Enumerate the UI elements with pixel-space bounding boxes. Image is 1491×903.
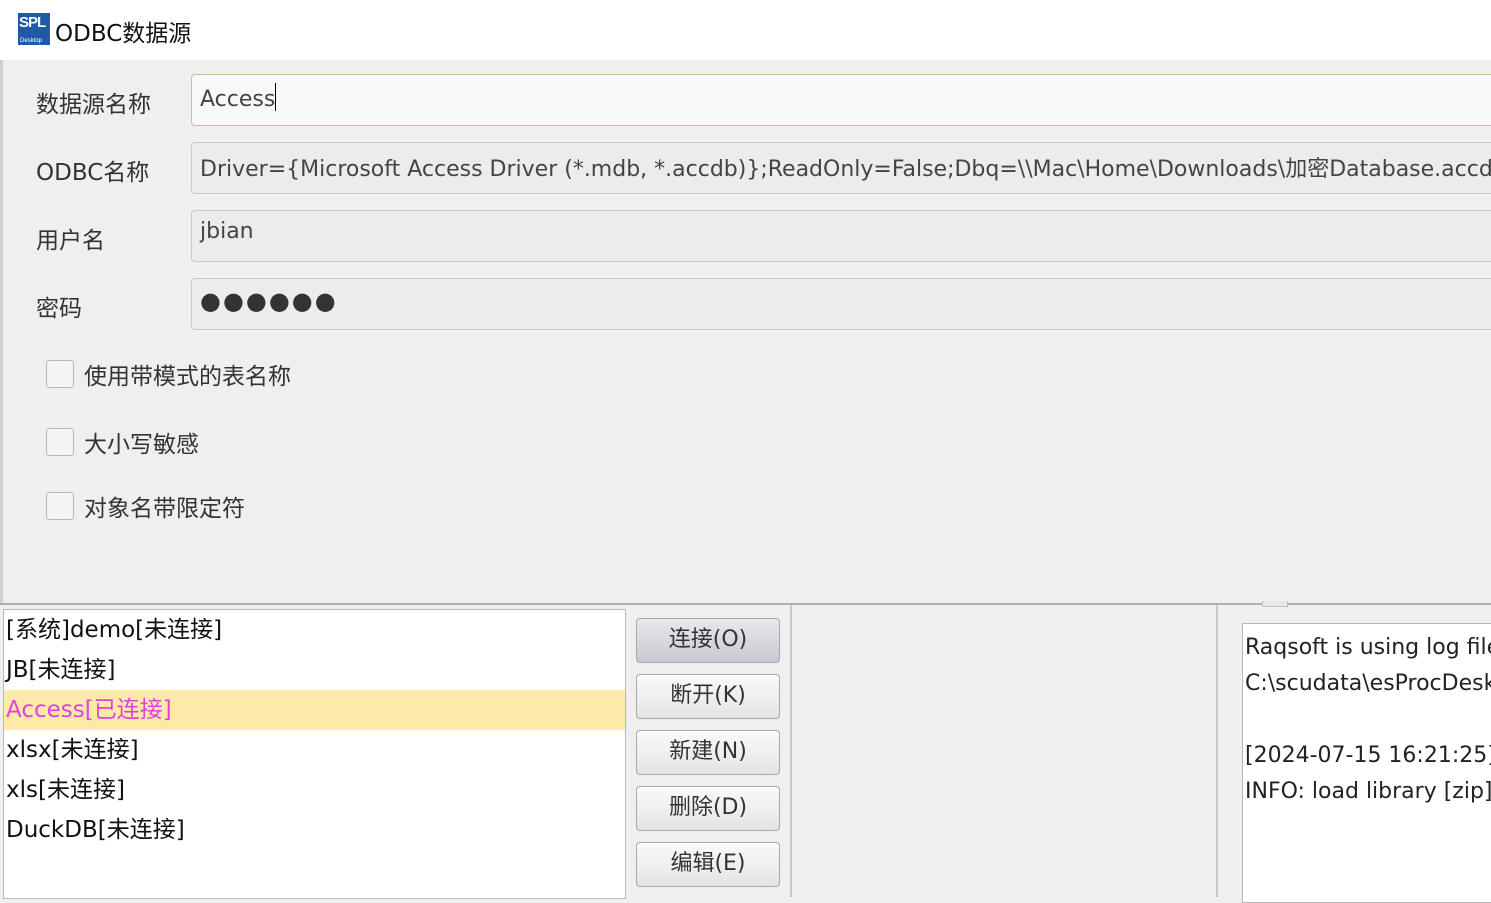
object-qualifier-label: 对象名带限定符 xyxy=(84,496,245,522)
log-line: [2024-07-15 16:21:25] xyxy=(1245,743,1491,768)
datasource-name-label: 数据源名称 xyxy=(36,92,151,118)
case-sensitive-checkbox[interactable] xyxy=(46,428,74,456)
checkbox-row-case-sensitive[interactable]: 大小写敏感 xyxy=(46,425,199,459)
datasource-list-item[interactable]: xls[未连接] xyxy=(4,770,625,810)
datasource-list-item[interactable]: [系统]demo[未连接] xyxy=(4,610,625,650)
panel-collapse-handle[interactable] xyxy=(1262,601,1288,607)
app-logo-icon: SPL Desktop xyxy=(18,13,50,45)
datasource-name-input[interactable]: Access xyxy=(191,74,1491,126)
datasource-form: 数据源名称 Access ODBC名称 Driver={Microsoft Ac… xyxy=(0,60,1491,603)
log-line: C:\scudata\esProcDesktop xyxy=(1245,671,1491,696)
odbc-name-value: Driver={Microsoft Access Driver (*.mdb, … xyxy=(200,157,1491,182)
app-logo-subtext: Desktop xyxy=(20,38,43,44)
odbc-name-label: ODBC名称 xyxy=(36,160,150,186)
log-line: Raqsoft is using log file xyxy=(1245,635,1491,660)
text-caret xyxy=(275,83,277,111)
case-sensitive-label: 大小写敏感 xyxy=(84,432,199,458)
datasource-list-item[interactable]: JB[未连接] xyxy=(4,650,625,690)
checkbox-row-schema-table-name[interactable]: 使用带模式的表名称 xyxy=(46,357,291,391)
object-qualifier-checkbox[interactable] xyxy=(46,492,74,520)
panel-divider xyxy=(790,605,792,897)
disconnect-button[interactable]: 断开(K) xyxy=(636,674,780,719)
password-value: ●●●●●● xyxy=(200,287,338,315)
title-bar: SPL Desktop ODBC数据源 xyxy=(0,0,1491,60)
password-label: 密码 xyxy=(36,296,82,322)
schema-table-name-label: 使用带模式的表名称 xyxy=(84,364,291,390)
datasource-manager-panel: [系统]demo[未连接] JB[未连接] Access[已连接] xlsx[未… xyxy=(0,601,1491,903)
log-output: Raqsoft is using log file C:\scudata\esP… xyxy=(1242,623,1491,903)
datasource-list-item-selected[interactable]: Access[已连接] xyxy=(4,690,625,730)
edit-button[interactable]: 编辑(E) xyxy=(636,842,780,887)
password-input[interactable]: ●●●●●● xyxy=(191,278,1491,330)
datasource-list-item[interactable]: xlsx[未连接] xyxy=(4,730,625,770)
panel-divider xyxy=(1216,605,1218,897)
datasource-list-item[interactable]: DuckDB[未连接] xyxy=(4,810,625,850)
checkbox-row-object-qualifier[interactable]: 对象名带限定符 xyxy=(46,489,245,523)
app-logo-text: SPL xyxy=(19,14,46,31)
username-value: jbian xyxy=(200,219,254,244)
username-label: 用户名 xyxy=(36,228,105,254)
delete-button[interactable]: 删除(D) xyxy=(636,786,780,831)
new-button[interactable]: 新建(N) xyxy=(636,730,780,775)
log-line: INFO: load library [zip] f xyxy=(1245,779,1491,804)
datasource-name-value: Access xyxy=(200,87,276,112)
odbc-name-input[interactable]: Driver={Microsoft Access Driver (*.mdb, … xyxy=(191,142,1491,194)
schema-table-name-checkbox[interactable] xyxy=(46,360,74,388)
connect-button[interactable]: 连接(O) xyxy=(636,618,780,663)
username-input[interactable]: jbian xyxy=(191,210,1491,262)
datasource-list[interactable]: [系统]demo[未连接] JB[未连接] Access[已连接] xlsx[未… xyxy=(3,609,626,899)
window-title: ODBC数据源 xyxy=(55,21,192,47)
